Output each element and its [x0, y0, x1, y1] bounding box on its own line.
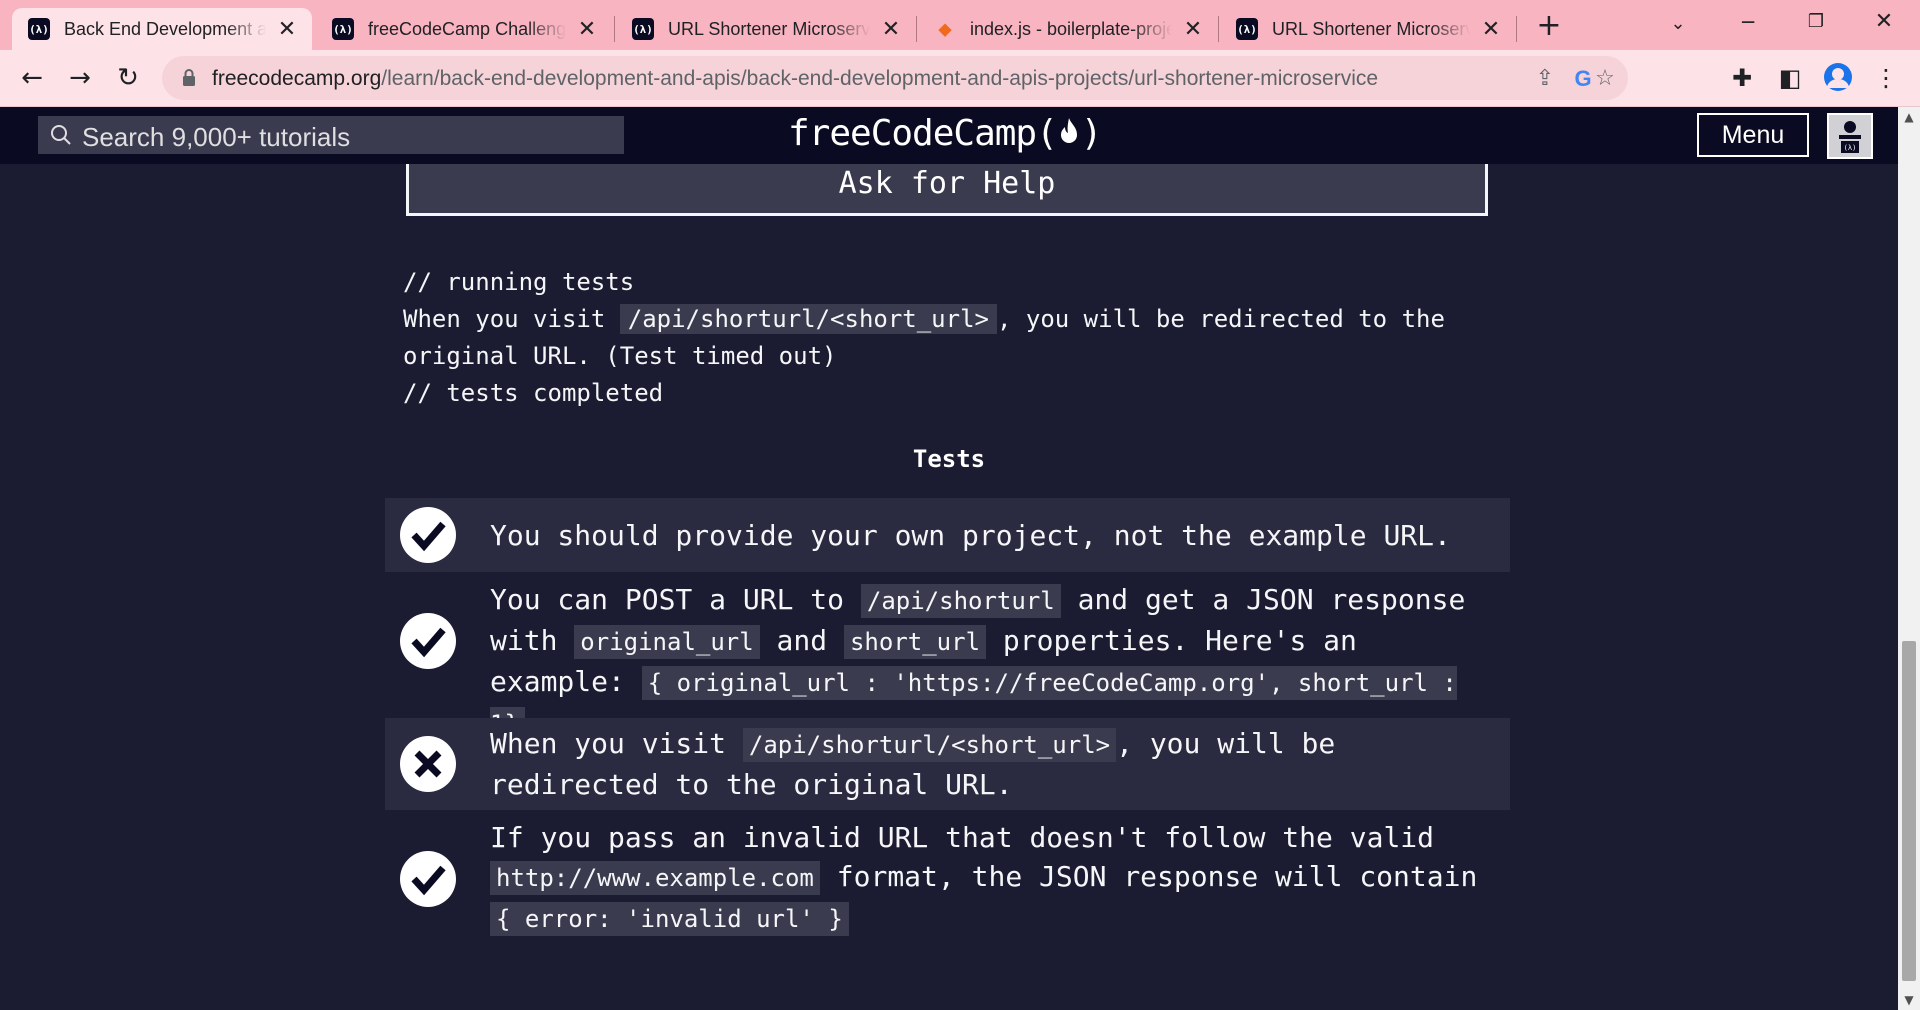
side-panel-icon[interactable]: ◧ — [1774, 62, 1806, 94]
close-icon[interactable]: ✕ — [1182, 16, 1204, 42]
inline-code: /api/shorturl/<short_url> — [742, 728, 1117, 762]
minimize-button[interactable]: ─ — [1730, 8, 1766, 36]
test-row: If you pass an invalid URL that doesn't … — [385, 816, 1510, 940]
tab-title: URL Shortener Microservice — [1272, 18, 1470, 39]
restore-button[interactable]: ❐ — [1798, 8, 1834, 36]
inline-code: http://www.example.com — [490, 861, 820, 895]
logo-text: freeCodeCamp( — [788, 113, 1058, 154]
browser-tab[interactable]: ⬥ index.js - boilerplate-project ✕ — [918, 8, 1218, 50]
browser-menu-kebab-icon[interactable]: ⋮ — [1870, 62, 1902, 94]
url-host: freecodecamp.org — [212, 67, 382, 90]
search-input[interactable]: Search 9,000+ tutorials — [38, 116, 624, 154]
search-placeholder: Search 9,000+ tutorials — [82, 122, 351, 152]
logo-text-end: ) — [1080, 113, 1103, 154]
new-tab-button[interactable]: + — [1530, 10, 1568, 42]
browser-tab-strip: (λ) Back End Development and APIs ✕ (λ) … — [0, 0, 1920, 50]
browser-tab[interactable]: (λ) freeCodeCamp Challenge Guide ✕ — [316, 8, 612, 50]
test-text: If you pass an invalid URL that doesn't … — [490, 821, 1435, 854]
freecodecamp-icon: (λ) — [632, 18, 654, 40]
tab-separator — [614, 16, 615, 42]
test-row: You should provide your own project, not… — [385, 498, 1510, 572]
tab-separator — [1218, 16, 1219, 42]
close-icon[interactable]: ✕ — [880, 16, 902, 42]
extensions-puzzle-icon[interactable]: ✚ — [1726, 62, 1758, 94]
address-bar[interactable]: freecodecamp.org/learn/back-end-developm… — [162, 56, 1628, 100]
url-path: /learn/back-end-development-and-apis/bac… — [381, 67, 1379, 90]
browser-tab-active[interactable]: (λ) Back End Development and APIs ✕ — [12, 8, 312, 50]
menu-button[interactable]: Menu — [1697, 113, 1809, 157]
check-circle-icon — [400, 851, 456, 907]
tab-title: freeCodeCamp Challenge Guide — [368, 18, 566, 39]
console-line: // running tests — [403, 268, 635, 296]
freecodecamp-logo[interactable]: freeCodeCamp() — [788, 113, 1103, 154]
close-icon[interactable]: ✕ — [1480, 16, 1502, 42]
url-text: freecodecamp.org/learn/back-end-developm… — [212, 67, 1378, 91]
user-avatar[interactable]: (λ) — [1827, 113, 1873, 159]
share-icon[interactable]: ⇪ — [1532, 66, 1558, 92]
console-line: When you visit /api/shorturl/<short_url>… — [403, 301, 1493, 375]
lock-icon — [183, 69, 195, 86]
scroll-down-arrow-icon[interactable]: ▼ — [1898, 990, 1920, 1010]
test-description: If you pass an invalid URL that doesn't … — [490, 818, 1502, 939]
forward-arrow-icon[interactable]: → — [64, 62, 96, 94]
flame-icon — [1060, 118, 1077, 143]
tab-title: URL Shortener Microservice — [668, 18, 870, 39]
inline-code: /api/shorturl/<short_url> — [619, 304, 997, 334]
challenge-content: Ask for Help // running tests When you v… — [0, 164, 1898, 1010]
test-text: format, the JSON response will contain — [819, 860, 1478, 893]
freecodecamp-icon: (λ) — [1236, 18, 1258, 40]
x-circle-icon — [400, 736, 456, 792]
console-text: When you visit — [403, 305, 620, 333]
test-row: You can POST a URL to /api/shorturl and … — [385, 578, 1510, 741]
page-scrollbar[interactable]: ▲ ▼ — [1898, 107, 1920, 1010]
test-text: When you visit — [490, 727, 743, 760]
close-icon[interactable]: ✕ — [576, 16, 598, 42]
test-row: When you visit /api/shorturl/<short_url>… — [385, 718, 1510, 810]
close-icon[interactable]: ✕ — [276, 16, 298, 42]
test-text: You can POST a URL to — [490, 583, 861, 616]
check-circle-icon — [400, 613, 456, 669]
test-description: You should provide your own project, not… — [490, 516, 1502, 555]
browser-tab[interactable]: (λ) URL Shortener Microservice ✕ — [1220, 8, 1516, 50]
test-text: You should provide your own project, not… — [490, 519, 1451, 552]
profile-avatar-icon[interactable] — [1822, 62, 1854, 94]
tab-separator — [916, 16, 917, 42]
browser-toolbar: ← → ↻ freecodecamp.org/learn/back-end-de… — [0, 50, 1920, 107]
freecodecamp-icon: (λ) — [28, 18, 50, 40]
search-icon — [51, 125, 71, 145]
scrollbar-thumb[interactable] — [1902, 641, 1916, 981]
test-description: When you visit /api/shorturl/<short_url>… — [490, 724, 1502, 804]
tab-title: Back End Development and APIs — [64, 18, 266, 39]
tab-search-chevron-icon[interactable]: ⌄ — [1662, 10, 1694, 38]
scroll-up-arrow-icon[interactable]: ▲ — [1898, 107, 1920, 127]
back-arrow-icon[interactable]: ← — [16, 62, 48, 94]
replit-icon: ⬥ — [938, 18, 952, 40]
tab-title: index.js - boilerplate-project — [970, 18, 1172, 39]
check-circle-icon — [400, 507, 456, 563]
freecodecamp-icon: (λ) — [332, 18, 354, 40]
ask-for-help-button[interactable]: Ask for Help — [406, 164, 1488, 216]
console-line: // tests completed — [403, 379, 664, 407]
fcc-top-nav: Search 9,000+ tutorials freeCodeCamp() M… — [0, 107, 1898, 164]
tab-separator — [1516, 16, 1517, 42]
reload-icon[interactable]: ↻ — [112, 62, 144, 94]
window-close-button[interactable]: ✕ — [1866, 8, 1902, 36]
user-avatar-icon: (λ) — [1829, 115, 1871, 157]
inline-code: short_url — [843, 625, 987, 659]
inline-code: /api/shorturl — [860, 584, 1061, 618]
tests-heading: Tests — [912, 445, 986, 473]
browser-tab[interactable]: (λ) URL Shortener Microservice ✕ — [616, 8, 916, 50]
inline-code: { error: 'invalid url' } — [490, 902, 849, 936]
inline-code: original_url — [574, 625, 760, 659]
bookmark-star-icon[interactable]: ☆ — [1592, 66, 1618, 92]
test-text: and — [759, 624, 844, 657]
test-console-output: // running tests When you visit /api/sho… — [403, 264, 1493, 412]
svg-text:(λ): (λ) — [1844, 144, 1857, 152]
